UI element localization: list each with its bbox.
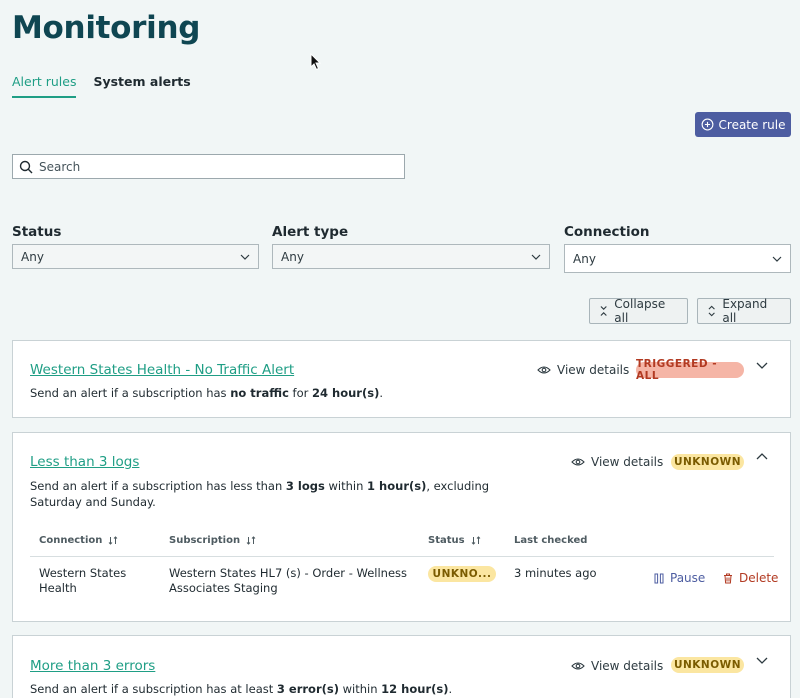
- status-select[interactable]: Any: [12, 244, 259, 269]
- tab-system-alerts[interactable]: System alerts: [93, 74, 190, 98]
- delete-button[interactable]: Delete: [723, 571, 778, 585]
- column-header-status[interactable]: Status: [428, 535, 481, 546]
- alert-rule-card: Western States Health - No Traffic Alert…: [12, 340, 791, 418]
- plus-circle-icon: [701, 118, 713, 131]
- connection-select-value: Any: [573, 251, 596, 266]
- rule-title-link[interactable]: Less than 3 logs: [30, 454, 139, 470]
- pause-icon: [654, 573, 664, 583]
- eye-icon: [571, 662, 585, 670]
- view-details-button[interactable]: View details: [537, 363, 629, 377]
- chevron-down-icon[interactable]: [756, 362, 768, 370]
- chevron-down-icon[interactable]: [756, 657, 768, 665]
- rule-description: Send an alert if a subscription has less…: [30, 479, 490, 509]
- cell-subscription: Western States HL7 (s) - Order - Wellnes…: [169, 566, 408, 595]
- status-badge: UNKNOWN: [671, 657, 744, 673]
- sort-icon: [109, 536, 118, 545]
- column-header-last-checked: Last checked: [514, 535, 588, 546]
- collapse-all-button[interactable]: Collapse all: [589, 297, 688, 325]
- page-title: Monitoring: [12, 10, 201, 46]
- trash-icon: [724, 573, 732, 583]
- tab-alert-rules[interactable]: Alert rules: [12, 74, 77, 98]
- cell-connection: Western States Health: [39, 566, 127, 595]
- expand-all-label: Expand all: [722, 297, 768, 325]
- table-divider: [30, 556, 774, 557]
- view-details-button[interactable]: View details: [571, 455, 663, 469]
- pause-button[interactable]: Pause: [654, 571, 705, 585]
- collapse-icon: [600, 306, 607, 316]
- sort-icon: [246, 536, 256, 545]
- view-details-label: View details: [591, 455, 664, 469]
- create-rule-label: Create rule: [718, 117, 786, 132]
- cell-last-checked: 3 minutes ago: [514, 566, 597, 580]
- pause-label: Pause: [670, 571, 706, 585]
- alert-type-select-value: Any: [281, 249, 304, 264]
- expand-all-button[interactable]: Expand all: [697, 297, 791, 325]
- view-details-label: View details: [591, 659, 664, 673]
- alert-type-select[interactable]: Any: [272, 244, 550, 269]
- view-details-label: View details: [557, 363, 630, 377]
- column-header-connection[interactable]: Connection: [39, 535, 118, 546]
- chevron-down-icon: [531, 254, 541, 260]
- expand-icon: [708, 305, 715, 317]
- alert-rule-card: More than 3 errors Send an alert if a su…: [12, 635, 791, 698]
- connection-select[interactable]: Any: [564, 244, 791, 273]
- connection-filter-label: Connection: [564, 224, 650, 240]
- alert-type-filter-label: Alert type: [272, 224, 349, 240]
- status-badge: TRIGGERED - ALL: [636, 358, 744, 382]
- chevron-down-icon: [240, 254, 250, 260]
- rule-title-link[interactable]: Western States Health - No Traffic Alert: [30, 362, 294, 378]
- status-badge: UNKNOWN: [671, 454, 744, 470]
- sort-icon: [471, 536, 480, 545]
- status-filter-label: Status: [12, 224, 62, 240]
- rule-description: Send an alert if a subscription has no t…: [30, 386, 383, 400]
- mouse-cursor-icon: [310, 53, 322, 71]
- chevron-up-icon[interactable]: [756, 452, 768, 460]
- eye-icon: [537, 366, 551, 374]
- chevron-down-icon: [772, 256, 782, 262]
- cell-status-badge: UNKNO...: [428, 566, 496, 582]
- status-select-value: Any: [21, 249, 44, 264]
- column-header-subscription[interactable]: Subscription: [169, 535, 256, 546]
- view-details-button[interactable]: View details: [571, 659, 663, 673]
- search-input[interactable]: Search: [12, 154, 405, 179]
- search-placeholder: Search: [39, 159, 81, 174]
- alert-rule-card: Less than 3 logs Send an alert if a subs…: [12, 432, 791, 622]
- create-rule-button[interactable]: Create rule: [695, 112, 791, 137]
- collapse-all-label: Collapse all: [614, 297, 666, 325]
- eye-icon: [571, 458, 585, 466]
- search-icon: [19, 160, 33, 173]
- rule-title-link[interactable]: More than 3 errors: [30, 658, 155, 674]
- tab-bar: Alert rules System alerts: [12, 74, 191, 98]
- rule-description: Send an alert if a subscription has at l…: [30, 682, 453, 696]
- delete-label: Delete: [739, 571, 779, 585]
